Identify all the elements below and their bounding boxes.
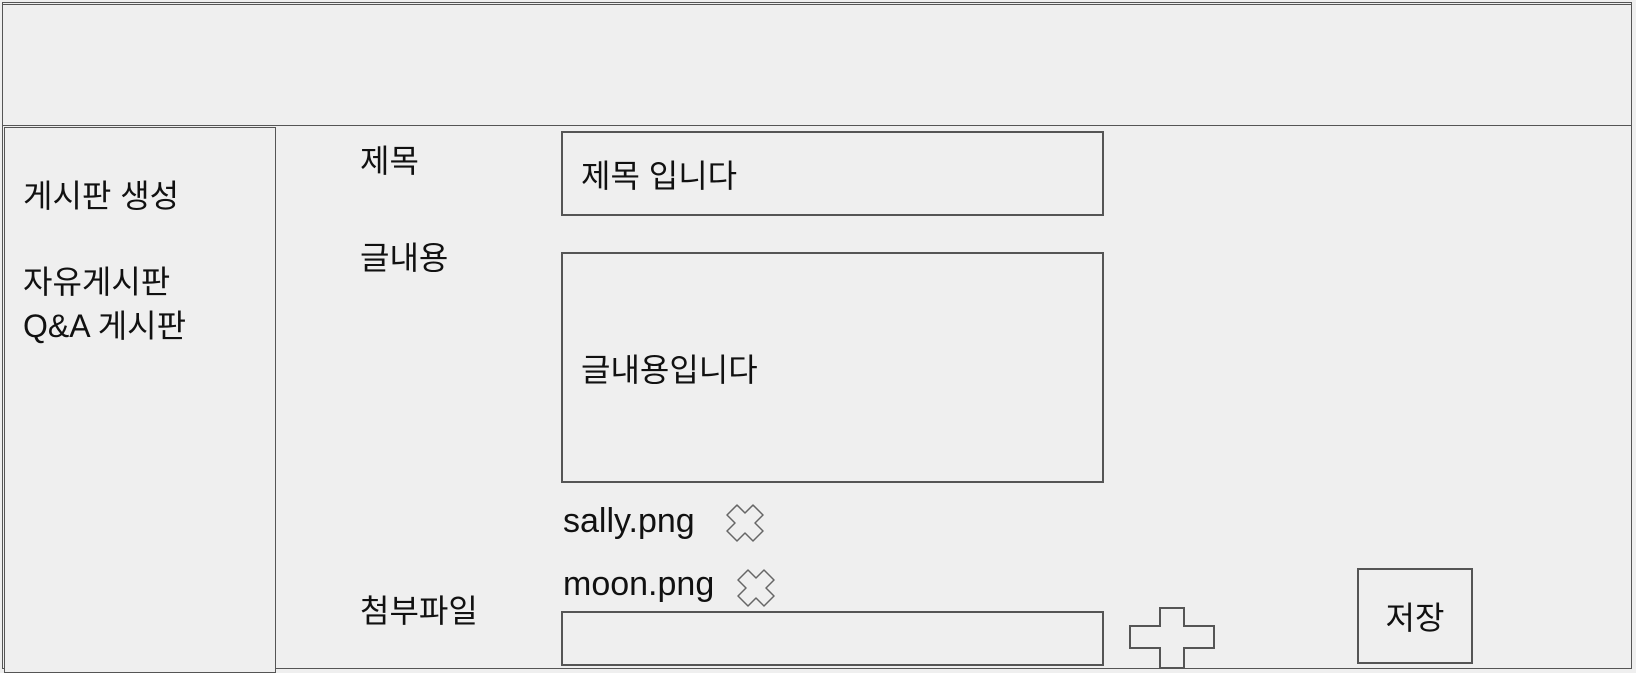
content-text: 글내용입니다 [581, 351, 758, 388]
title-label: 제목 [360, 143, 419, 179]
header-bar [2, 4, 1632, 126]
attachment-file-name: moon.png [563, 565, 715, 603]
attachment-label: 첨부파일 [360, 593, 478, 629]
sidebar: 게시판 생성 자유게시판 Q&A 게시판 [4, 127, 276, 673]
remove-sally-icon[interactable] [723, 501, 767, 545]
sidebar-item-free-board[interactable]: 자유게시판 [23, 264, 170, 300]
plus-icon[interactable] [1128, 606, 1216, 670]
remove-moon-icon[interactable] [734, 566, 778, 610]
attachment-input[interactable] [561, 611, 1104, 666]
content-label: 글내용 [360, 240, 449, 276]
sidebar-item-create-board[interactable]: 게시판 생성 [23, 178, 179, 214]
save-button[interactable]: 저장 [1357, 568, 1473, 664]
attachment-file-name: sally.png [563, 502, 695, 540]
sidebar-item-qna-board[interactable]: Q&A 게시판 [23, 308, 186, 344]
content-textarea[interactable]: 글내용입니다 [561, 252, 1104, 483]
title-input[interactable] [561, 131, 1104, 216]
